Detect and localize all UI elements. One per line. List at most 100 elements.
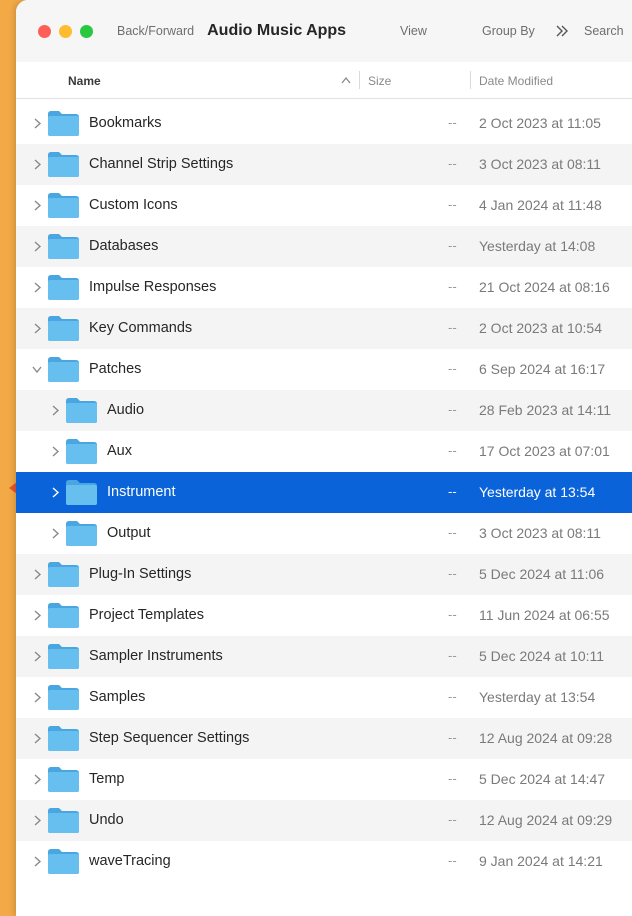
- group-by-button[interactable]: Group By: [482, 24, 535, 38]
- file-size: --: [448, 320, 457, 335]
- chevron-right-icon[interactable]: [32, 200, 42, 211]
- file-date-modified: 3 Oct 2023 at 08:11: [479, 156, 601, 172]
- size-column-header[interactable]: Size: [368, 74, 391, 88]
- table-row[interactable]: Project Templates -- 11 Jun 2024 at 06:55: [16, 595, 632, 636]
- folder-icon: [66, 398, 97, 423]
- file-name: waveTracing: [89, 853, 171, 869]
- folder-icon: [48, 234, 79, 259]
- file-date-modified: Yesterday at 13:54: [479, 484, 596, 500]
- window-title: Audio Music Apps: [207, 22, 347, 39]
- close-button[interactable]: [38, 24, 51, 38]
- file-date-modified: 4 Jan 2024 at 11:48: [479, 197, 602, 213]
- file-date-modified: 12 Aug 2024 at 09:29: [479, 812, 613, 828]
- table-row[interactable]: Aux -- 17 Oct 2023 at 07:01: [16, 431, 632, 472]
- chevron-right-icon[interactable]: [50, 528, 60, 539]
- chevron-right-icon[interactable]: [50, 405, 60, 416]
- chevron-right-icon[interactable]: [32, 159, 42, 170]
- file-date-modified: 5 Dec 2024 at 11:06: [479, 566, 605, 582]
- back-forward-button[interactable]: Back/Forward: [117, 24, 194, 38]
- file-date-modified: 17 Oct 2023 at 07:01: [479, 443, 610, 459]
- chevron-right-icon[interactable]: [32, 774, 42, 785]
- file-name: Audio: [107, 402, 145, 418]
- file-name: Plug-In Settings: [89, 566, 192, 582]
- window-controls: [38, 24, 93, 38]
- file-name: Key Commands: [89, 320, 193, 336]
- folder-icon: [48, 603, 79, 628]
- table-row[interactable]: Undo -- 12 Aug 2024 at 09:29: [16, 800, 632, 841]
- table-row[interactable]: Plug-In Settings -- 5 Dec 2024 at 11:06: [16, 554, 632, 595]
- file-size: --: [448, 689, 457, 704]
- chevron-right-icon[interactable]: [50, 487, 60, 498]
- chevron-right-icon[interactable]: [32, 323, 42, 334]
- file-name: Patches: [89, 361, 142, 377]
- chevron-right-icon[interactable]: [32, 651, 42, 662]
- file-name: Samples: [89, 689, 146, 705]
- chevron-right-icon[interactable]: [32, 610, 42, 621]
- table-row[interactable]: Sampler Instruments -- 5 Dec 2024 at 10:11: [16, 636, 632, 677]
- chevron-right-icon[interactable]: [32, 692, 42, 703]
- file-size: --: [448, 607, 457, 622]
- chevron-right-icon[interactable]: [32, 241, 42, 252]
- table-row[interactable]: Temp -- 5 Dec 2024 at 14:47: [16, 759, 632, 800]
- table-row[interactable]: Custom Icons -- 4 Jan 2024 at 11:48: [16, 185, 632, 226]
- table-row[interactable]: Step Sequencer Settings -- 12 Aug 2024 at …: [16, 718, 632, 759]
- chevron-right-icon[interactable]: [32, 815, 42, 826]
- table-row[interactable]: Patches -- 6 Sep 2024 at 16:17: [16, 349, 632, 390]
- file-size: --: [448, 361, 457, 376]
- folder-icon: [48, 562, 79, 587]
- file-size: --: [448, 730, 457, 745]
- file-name: Undo: [89, 812, 124, 828]
- file-date-modified: Yesterday at 13:54: [479, 689, 596, 705]
- table-row[interactable]: Channel Strip Settings -- 3 Oct 2023 at 08…: [16, 144, 632, 185]
- chevron-right-icon[interactable]: [32, 282, 42, 293]
- table-row[interactable]: Databases -- Yesterday at 14:08: [16, 226, 632, 267]
- file-date-modified: 28 Feb 2023 at 14:11: [479, 402, 612, 418]
- file-size: --: [448, 566, 457, 581]
- chevrons-right-icon[interactable]: [555, 24, 569, 38]
- file-size: --: [448, 812, 457, 827]
- table-row[interactable]: Impulse Responses -- 21 Oct 2024 at 08:16: [16, 267, 632, 308]
- chevron-right-icon[interactable]: [50, 446, 60, 457]
- table-row[interactable]: Instrument -- Yesterday at 13:54: [16, 472, 632, 513]
- file-date-modified: 9 Jan 2024 at 14:21: [479, 853, 603, 869]
- table-row[interactable]: Bookmarks -- 2 Oct 2023 at 11:05: [16, 103, 632, 144]
- column-divider[interactable]: [470, 71, 471, 89]
- file-size: --: [448, 238, 457, 253]
- file-date-modified: 11 Jun 2024 at 06:55: [479, 607, 610, 623]
- file-size: --: [448, 279, 457, 294]
- table-row[interactable]: Samples -- Yesterday at 13:54: [16, 677, 632, 718]
- zoom-button[interactable]: [80, 24, 93, 38]
- chevron-down-icon[interactable]: [32, 364, 42, 375]
- file-date-modified: 12 Aug 2024 at 09:28: [479, 730, 613, 746]
- chevron-right-icon[interactable]: [32, 856, 42, 867]
- name-column-header[interactable]: Name: [68, 74, 101, 88]
- file-name: Temp: [89, 771, 125, 787]
- chevron-right-icon[interactable]: [32, 118, 42, 129]
- folder-icon: [48, 644, 79, 669]
- file-name: Project Templates: [89, 607, 204, 623]
- table-row[interactable]: Audio -- 28 Feb 2023 at 14:11: [16, 390, 632, 431]
- file-date-modified: Yesterday at 14:08: [479, 238, 596, 254]
- chevron-right-icon[interactable]: [32, 569, 42, 580]
- folder-icon: [48, 726, 79, 751]
- table-row[interactable]: Key Commands -- 2 Oct 2023 at 10:54: [16, 308, 632, 349]
- table-row[interactable]: waveTracing -- 9 Jan 2024 at 14:21: [16, 841, 632, 882]
- file-size: --: [448, 648, 457, 663]
- column-divider[interactable]: [359, 71, 360, 89]
- file-size: --: [448, 402, 457, 417]
- file-date-modified: 2 Oct 2023 at 11:05: [479, 115, 601, 131]
- folder-icon: [48, 193, 79, 218]
- folder-icon: [48, 152, 79, 177]
- view-button[interactable]: View: [400, 24, 427, 38]
- table-row[interactable]: Output -- 3 Oct 2023 at 08:11: [16, 513, 632, 554]
- file-date-modified: 3 Oct 2023 at 08:11: [479, 525, 601, 541]
- folder-icon: [48, 275, 79, 300]
- file-name: Custom Icons: [89, 197, 178, 213]
- file-name: Databases: [89, 238, 159, 254]
- column-header: Name Size Date Modified: [16, 62, 632, 99]
- search-button[interactable]: Search: [584, 24, 624, 38]
- minimize-button[interactable]: [59, 24, 72, 38]
- date-modified-column-header[interactable]: Date Modified: [479, 74, 553, 88]
- folder-icon: [48, 849, 79, 874]
- chevron-right-icon[interactable]: [32, 733, 42, 744]
